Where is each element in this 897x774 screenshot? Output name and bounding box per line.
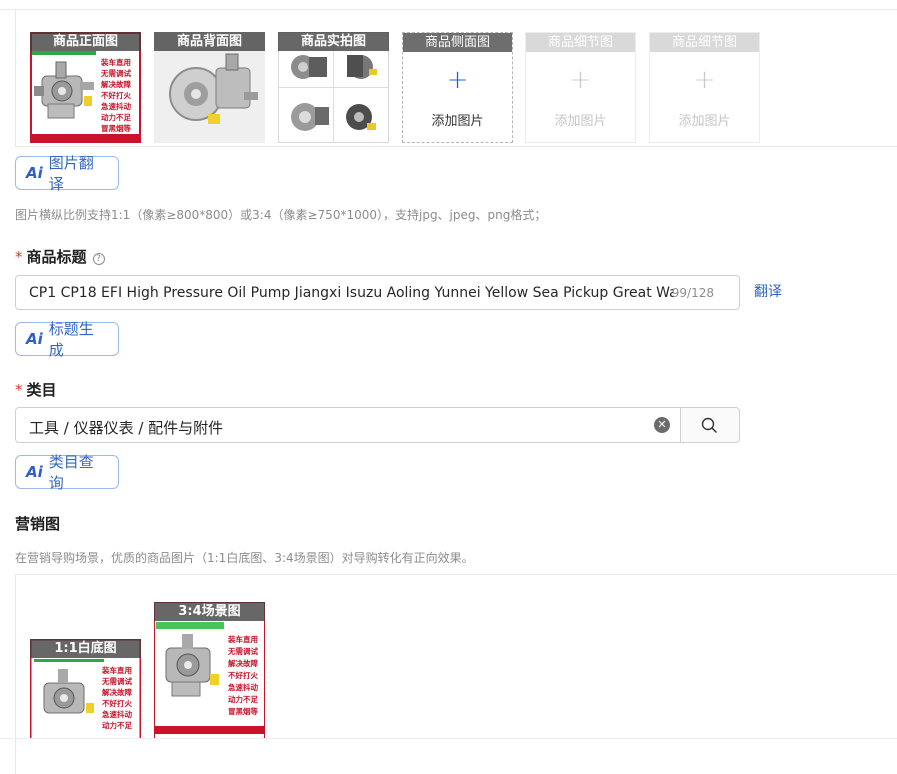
product-images-panel: 商品正面图 装车直用 无需调试 解决故障 不好打火 急速抖动 动力不足 冒黑烟等… <box>15 10 897 147</box>
promo-line: 解决故障 <box>101 79 131 89</box>
ai-icon: Ai <box>26 164 43 182</box>
ai-icon: Ai <box>26 463 43 481</box>
translate-link[interactable]: 翻译 <box>754 281 782 301</box>
title-char-count: 99/128 <box>671 286 714 300</box>
category-query-label: 类目查询 <box>48 453 94 492</box>
image-slot-real-shot[interactable]: 商品实拍图 <box>278 32 389 143</box>
image-translate-button[interactable]: Ai 图片翻译 <box>15 154 119 193</box>
marketing-slot-label: 1:1白底图 <box>30 639 141 658</box>
promo-line: 动力不足 <box>101 112 131 122</box>
pump-drawing <box>34 61 94 119</box>
image-slot-label: 商品实拍图 <box>278 32 389 51</box>
promo-line: 无需调试 <box>101 676 132 686</box>
title-label-text: 商品标题 <box>26 248 87 266</box>
category-value: 工具 / 仪器仪表 / 配件与附件 <box>29 419 224 437</box>
image-slot-detail-1[interactable]: 商品细节图 + 添加图片 <box>525 32 636 143</box>
promo-line: 冒黑烟等 <box>101 123 131 133</box>
product-title-input[interactable]: CP1 CP18 EFI High Pressure Oil Pump Jian… <box>15 275 740 310</box>
search-icon <box>701 417 717 433</box>
promo-line: 装车直用 <box>101 665 132 675</box>
clear-icon[interactable]: ✕ <box>654 417 670 433</box>
promo-line: 解决故障 <box>228 658 258 668</box>
portrait-marketing-image: 装车直用 无需调试 解决故障 不好打火 急速抖动 动力不足 冒黑烟等 <box>154 602 265 739</box>
help-icon[interactable]: ? <box>92 253 105 265</box>
plus-icon: + <box>569 65 592 95</box>
title-field-label: * 商品标题? <box>15 246 105 267</box>
image-slot-label: 商品细节图 <box>526 33 635 52</box>
add-image-text: 添加图片 <box>431 114 484 129</box>
marketing-slot-portrait[interactable]: 3:4场景图 装车直用 无需调试 解决故障 不好打火 急速抖动 动力不足 冒黑烟… <box>154 602 265 739</box>
promo-line: 无需调试 <box>100 68 131 78</box>
image-slot-back[interactable]: 商品背面图 <box>154 32 265 143</box>
marketing-hint: 在营销导购场景，优质的商品图片（1:1白底图、3:4场景图）对导购转化有正向效果… <box>15 551 474 565</box>
promo-line: 冒黑烟等 <box>228 706 258 716</box>
image-slot-detail-2[interactable]: 商品细节图 + 添加图片 <box>649 32 760 143</box>
image-slot-side[interactable]: 商品侧面图 + 添加图片 <box>402 32 513 143</box>
category-select[interactable]: 工具 / 仪器仪表 / 配件与附件 ✕ <box>15 407 681 443</box>
promo-line: 解决故障 <box>102 687 132 697</box>
promo-line: 不好打火 <box>102 698 132 708</box>
category-label-text: 类目 <box>26 381 57 399</box>
marketing-title: 营销图 <box>15 515 61 533</box>
promo-line: 急速抖动 <box>228 682 258 692</box>
promo-line: 动力不足 <box>228 694 258 704</box>
category-query-button[interactable]: Ai 类目查询 <box>15 453 119 492</box>
bottom-divider <box>0 738 897 739</box>
add-image-text: 添加图片 <box>678 114 731 129</box>
product-title-value[interactable]: CP1 CP18 EFI High Pressure Oil Pump Jian… <box>29 285 674 301</box>
plus-icon: + <box>693 65 716 95</box>
image-format-hint: 图片横纵比例支持1:1（像素≥800*800）或3:4（像素≥750*1000）… <box>15 208 547 222</box>
marketing-slot-square[interactable]: 1:1白底图 装车直用 无需调试 解决故障 不好打火 急速抖动 动力不足 <box>30 639 141 739</box>
title-generate-label: 标题生成 <box>48 320 94 359</box>
promo-line: 急速抖动 <box>102 709 132 719</box>
image-slot-label: 商品侧面图 <box>403 33 512 52</box>
ai-icon: Ai <box>26 330 43 348</box>
required-mark: * <box>15 381 23 399</box>
promo-line: 装车直用 <box>100 57 131 67</box>
image-slot-label: 商品背面图 <box>154 32 265 51</box>
add-image-text: 添加图片 <box>554 114 607 129</box>
promo-line: 不好打火 <box>101 90 131 100</box>
promo-line: 不好打火 <box>228 670 258 680</box>
required-mark: * <box>15 248 23 266</box>
category-field-label: * 类目 <box>15 379 57 400</box>
promo-line: 无需调试 <box>227 646 258 656</box>
image-translate-label: 图片翻译 <box>48 154 94 193</box>
promo-line: 装车直用 <box>227 634 258 644</box>
category-search-button[interactable] <box>680 407 740 443</box>
marketing-slot-label: 3:4场景图 <box>154 602 265 621</box>
promo-line: 急速抖动 <box>101 101 131 111</box>
image-slot-front[interactable]: 商品正面图 装车直用 无需调试 解决故障 不好打火 急速抖动 动力不足 冒黑烟等 <box>30 32 141 143</box>
image-slot-label: 商品正面图 <box>30 32 141 51</box>
title-generate-button[interactable]: Ai 标题生成 <box>15 320 119 359</box>
marketing-images-panel: 1:1白底图 装车直用 无需调试 解决故障 不好打火 急速抖动 动力不足 3:4… <box>15 574 897 774</box>
plus-icon: + <box>446 65 469 95</box>
image-slot-label: 商品细节图 <box>650 33 759 52</box>
promo-line: 动力不足 <box>102 720 132 730</box>
